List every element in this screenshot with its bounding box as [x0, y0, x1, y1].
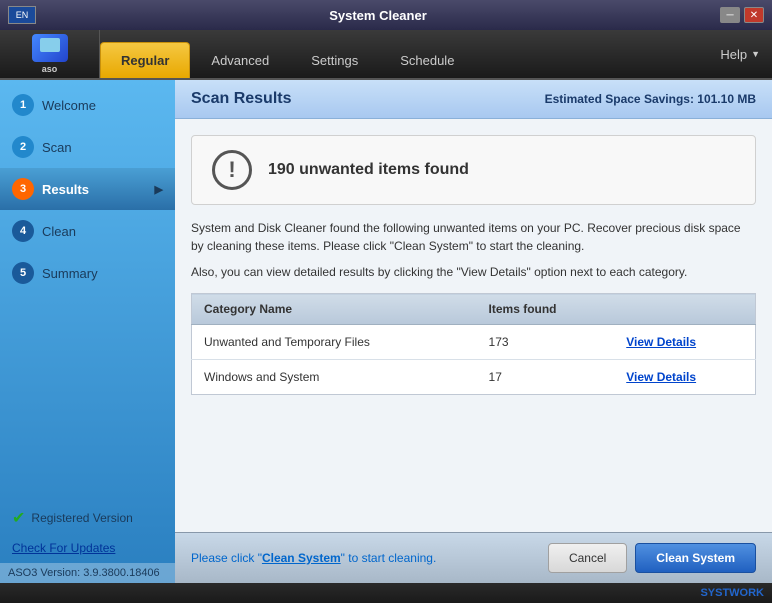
alert-box: ! 190 unwanted items found	[191, 135, 756, 205]
content-footer: Please click "Clean System" to start cle…	[175, 532, 772, 583]
tab-regular[interactable]: Regular	[100, 42, 190, 78]
step-2-circle: 2	[12, 136, 34, 158]
sidebar-spacer	[0, 294, 175, 500]
col-header-action	[614, 294, 755, 325]
row1-items: 173	[477, 325, 615, 360]
sidebar-label-welcome: Welcome	[42, 98, 96, 113]
registered-badge: ✔ Registered Version	[0, 500, 175, 536]
sidebar-item-clean[interactable]: 4 Clean	[0, 210, 175, 252]
minimize-button[interactable]: ─	[720, 7, 740, 23]
step-3-circle: 3	[12, 178, 34, 200]
systwork-logo: SYSTWORK	[700, 587, 764, 599]
description-1: System and Disk Cleaner found the follow…	[191, 219, 756, 255]
row1-view-details-link[interactable]: View Details	[626, 335, 696, 349]
tab-advanced[interactable]: Advanced	[190, 42, 290, 78]
row1-category: Unwanted and Temporary Files	[192, 325, 477, 360]
content-area: Scan Results Estimated Space Savings: 10…	[175, 80, 772, 583]
col-header-category: Category Name	[192, 294, 477, 325]
step-5-circle: 5	[12, 262, 34, 284]
help-menu[interactable]: Help ▼	[708, 30, 772, 78]
sidebar: 1 Welcome 2 Scan 3 Results ▶ 4 Clean 5 S…	[0, 80, 175, 583]
step-4-circle: 4	[12, 220, 34, 242]
check-updates-link[interactable]: Check For Updates	[12, 541, 115, 555]
registered-label: Registered Version	[31, 511, 132, 525]
description-2: Also, you can view detailed results by c…	[191, 263, 756, 281]
sidebar-label-summary: Summary	[42, 266, 98, 281]
app-logo: aso	[0, 30, 100, 78]
col-header-items: Items found	[477, 294, 615, 325]
clean-system-inline-link: Clean System	[262, 551, 341, 565]
table-row: Unwanted and Temporary Files 173 View De…	[192, 325, 756, 360]
app-title: System Cleaner	[36, 8, 720, 23]
content-body: ! 190 unwanted items found System and Di…	[175, 119, 772, 532]
sidebar-item-results[interactable]: 3 Results ▶	[0, 168, 175, 210]
sidebar-label-clean: Clean	[42, 224, 76, 239]
results-table: Category Name Items found Unwanted and T…	[191, 293, 756, 395]
row2-category: Windows and System	[192, 360, 477, 395]
clean-system-button[interactable]: Clean System	[635, 543, 756, 573]
space-savings-text: Estimated Space Savings: 101.10 MB	[545, 92, 756, 106]
footer-instruction: Please click "Clean System" to start cle…	[191, 551, 436, 565]
sidebar-item-summary[interactable]: 5 Summary	[0, 252, 175, 294]
window-controls: ─ ✕	[720, 7, 764, 23]
row2-items: 17	[477, 360, 615, 395]
tab-settings[interactable]: Settings	[290, 42, 379, 78]
row2-view-details-link[interactable]: View Details	[626, 370, 696, 384]
bottom-bar: SYSTWORK	[0, 583, 772, 603]
nav-tabs: Regular Advanced Settings Schedule	[100, 30, 708, 78]
cancel-button[interactable]: Cancel	[548, 543, 627, 573]
sidebar-item-welcome[interactable]: 1 Welcome	[0, 84, 175, 126]
check-updates-area: Check For Updates	[0, 536, 175, 563]
version-label: ASO3 Version: 3.9.3800.18406	[0, 563, 175, 583]
sidebar-label-results: Results	[42, 182, 89, 197]
sidebar-arrow-icon: ▶	[155, 183, 163, 196]
content-header: Scan Results Estimated Space Savings: 10…	[175, 80, 772, 119]
language-flag[interactable]: EN	[8, 6, 36, 24]
sidebar-label-scan: Scan	[42, 140, 72, 155]
alert-message: 190 unwanted items found	[268, 161, 469, 179]
title-bar: EN System Cleaner ─ ✕	[0, 0, 772, 30]
logo-text: aso	[42, 64, 58, 74]
footer-buttons: Cancel Clean System	[548, 543, 756, 573]
nav-bar: aso Regular Advanced Settings Schedule H…	[0, 30, 772, 80]
sidebar-item-scan[interactable]: 2 Scan	[0, 126, 175, 168]
table-row: Windows and System 17 View Details	[192, 360, 756, 395]
help-arrow-icon: ▼	[751, 49, 760, 59]
main-layout: 1 Welcome 2 Scan 3 Results ▶ 4 Clean 5 S…	[0, 80, 772, 583]
warning-icon: !	[212, 150, 252, 190]
step-1-circle: 1	[12, 94, 34, 116]
content-title: Scan Results	[191, 90, 291, 108]
logo-icon	[32, 34, 68, 62]
tab-schedule[interactable]: Schedule	[379, 42, 475, 78]
check-icon: ✔	[12, 508, 25, 528]
close-button[interactable]: ✕	[744, 7, 764, 23]
